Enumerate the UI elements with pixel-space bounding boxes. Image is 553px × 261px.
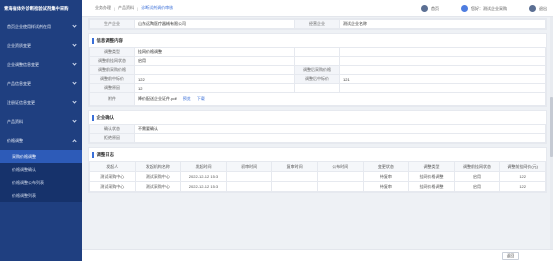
field-value [134, 133, 546, 143]
sidebar-item[interactable]: 首页企业使用样试剂在用 [0, 17, 82, 36]
field-value: 山东远陶医疗器械有限公司 [134, 19, 295, 29]
sidebar-item[interactable]: 注册证信息变更 [0, 93, 82, 112]
chevron-down-icon [72, 99, 77, 104]
attachment-file-name: 降价配送企业证件.pdf [138, 96, 177, 101]
field-label: 经营企业 [294, 19, 340, 29]
chevron-up-icon [72, 139, 77, 144]
sidebar-item[interactable]: 企业资质变更 [0, 36, 82, 55]
field-label: 调整前中标价 [89, 74, 135, 84]
field-value: 122 [134, 74, 295, 84]
field-value: 测试企业名称 [339, 19, 546, 29]
chevron-down-icon [72, 118, 77, 123]
sidebar-subitem-active[interactable]: 采购价格调整 [0, 150, 82, 163]
chevron-down-icon [72, 80, 77, 85]
breadcrumb-separator: | [137, 5, 139, 11]
chevron-down-icon [72, 42, 77, 47]
sidebar-item[interactable]: 企业调整信息变更 [0, 55, 82, 74]
sidebar-item[interactable]: 产品信息变更 [0, 74, 82, 93]
chevron-down-icon [72, 61, 77, 66]
field-label: 调整后采购价格 [294, 65, 340, 75]
back-button[interactable]: 返回 [502, 252, 519, 260]
preview-link[interactable]: 预览 [183, 96, 191, 101]
sidebar-item[interactable]: 产品资料 [0, 112, 82, 131]
field-label: 调整类型 [89, 47, 135, 57]
sidebar-item-price-adjust[interactable]: 价格调整 [0, 131, 82, 150]
breadcrumb-separator: | [114, 5, 116, 11]
home-link[interactable]: 首页 [421, 5, 439, 12]
breadcrumb: 业务办理 | 产品资料 | 诊断试剂调价审核 [95, 5, 173, 11]
field-label: 拒绝原因 [89, 133, 135, 143]
section-title: 信息调整内容 [89, 34, 546, 47]
enterprise-info: 生产企业 山东远陶医疗器械有限公司 经营企业 测试企业名称 [88, 18, 547, 30]
breadcrumb-item[interactable]: 业务办理 [95, 5, 111, 11]
adjust-table: 调整类型 挂网价格调整 调整前挂网状态 启用 调整前采购价格 调整后采购价格 调… [89, 47, 546, 106]
log-table-header: 发起人 发起机构名称 发起时间 初审时间 复审时间 公布时间 变更状态 调整类型… [89, 161, 546, 172]
user-menu[interactable]: 您好：测试企业采购 [461, 5, 507, 12]
adjust-section: 信息调整内容 调整类型 挂网价格调整 调整前挂网状态 启用 调整前采购价格 调整… [88, 33, 547, 107]
field-value: 启用 [134, 56, 295, 66]
field-label: 生产企业 [89, 19, 135, 29]
home-icon [421, 5, 428, 12]
user-icon [461, 5, 468, 12]
field-label: 调整前采购价格 [89, 65, 135, 75]
field-label: 调整后中标价 [294, 74, 340, 84]
field-value [134, 65, 295, 75]
main-content: 生产企业 山东远陶医疗器械有限公司 经营企业 测试企业名称 信息调整内容 调整类… [82, 17, 553, 261]
table-row: 测试采购中心 测试采购中心 2022-12-12 15:3 待复审 挂网价格调整… [89, 171, 546, 182]
download-link[interactable]: 下载 [197, 96, 205, 101]
log-table: 发起人 发起机构名称 发起时间 初审时间 复审时间 公布时间 变更状态 调整类型… [89, 161, 546, 192]
confirm-table: 确认状态 不需要确认 拒绝原因 [89, 124, 546, 143]
attachment-cell: 降价配送企业证件.pdf 预览 下载 [134, 92, 546, 106]
sidebar: 首页企业使用样试剂在用 企业资质变更 企业调整信息变更 产品信息变更 注册证信息… [0, 17, 82, 261]
sidebar-submenu: 采购价格调整 价格调整确认 价格调整公布列表 价格调整列表 [0, 150, 82, 202]
field-label: 附件 [89, 92, 135, 106]
chevron-down-icon [72, 23, 77, 28]
breadcrumb-current: 诊断试剂调价审核 [141, 5, 174, 10]
top-bar: 青海省体外诊断检验试剂集中采购 业务办理 | 产品资料 | 诊断试剂调价审核 首… [0, 0, 553, 17]
section-title: 调整日志 [89, 148, 546, 161]
breadcrumb-item[interactable]: 产品资料 [118, 5, 134, 11]
field-value: 挂网价格调整 [134, 47, 295, 57]
field-label: 调整原因 [89, 83, 135, 93]
sidebar-subitem[interactable]: 价格调整确认 [0, 163, 82, 176]
top-right-actions: 首页 您好：测试企业采购 退出 [421, 0, 547, 17]
power-icon [529, 5, 536, 12]
field-value: 12 [134, 83, 295, 93]
sidebar-subitem[interactable]: 价格调整公布列表 [0, 176, 82, 189]
field-label: 调整前挂网状态 [89, 56, 135, 66]
table-row: 测试采购中心 测试采购中心 2022-12-12 15:3 待复审 挂网价格调整… [89, 181, 546, 192]
enterprise-table: 生产企业 山东远陶医疗器械有限公司 经营企业 测试企业名称 [89, 19, 546, 29]
footer-bar: 返回 [82, 249, 553, 261]
field-value: 121 [339, 74, 546, 84]
field-value [339, 65, 546, 75]
log-section: 调整日志 发起人 发起机构名称 发起时间 初审时间 复审时间 公布时间 变更状态… [88, 147, 547, 193]
field-value: 不需要确认 [134, 124, 546, 134]
logout-button[interactable]: 退出 [529, 5, 547, 12]
brand-title: 青海省体外诊断检验试剂集中采购 [0, 0, 82, 17]
confirm-section: 企业确认 确认状态 不需要确认 拒绝原因 [88, 110, 547, 144]
section-title: 企业确认 [89, 111, 546, 124]
field-label: 确认状态 [89, 124, 135, 134]
sidebar-subitem[interactable]: 价格调整列表 [0, 189, 82, 202]
